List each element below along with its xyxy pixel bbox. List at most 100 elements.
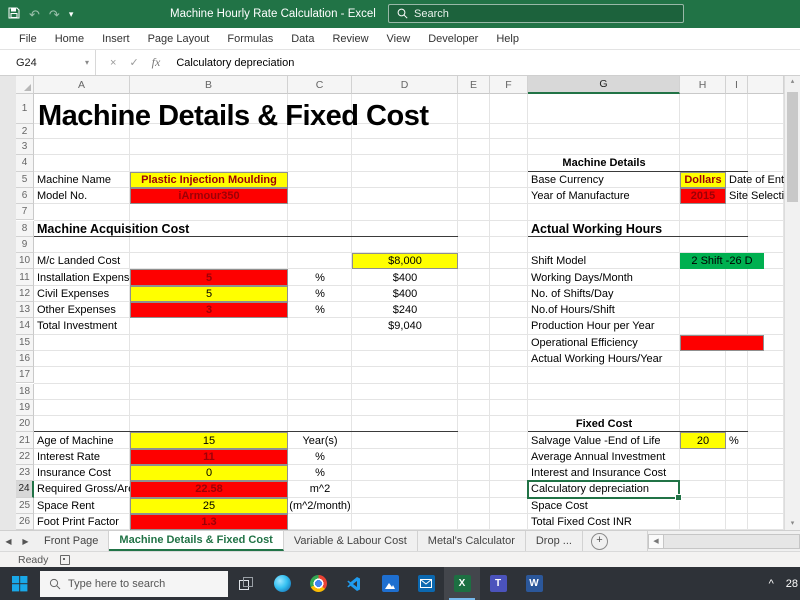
cell-G25[interactable]: Space Cost xyxy=(528,498,680,514)
vertical-scroll-thumb[interactable] xyxy=(787,92,798,202)
cell-G16[interactable]: Actual Working Hours/Year xyxy=(528,351,680,367)
row-header-17[interactable]: 17 xyxy=(16,367,34,383)
enter-icon[interactable]: ✓ xyxy=(129,56,138,69)
row-header-7[interactable]: 7 xyxy=(16,204,34,220)
cell-H10[interactable]: 2 Shift -26 D xyxy=(680,253,764,269)
cell-I6[interactable]: Site Selecti xyxy=(726,188,748,204)
row-header-3[interactable]: 3 xyxy=(16,139,34,155)
ribbon-tab-view[interactable]: View xyxy=(378,28,420,49)
vertical-scrollbar[interactable]: ▴ ▾ xyxy=(784,76,800,530)
cell-B23[interactable]: 0 xyxy=(130,465,288,481)
row-header-11[interactable]: 11 xyxy=(16,269,34,285)
start-button[interactable] xyxy=(0,567,40,600)
taskbar-icon-teams[interactable]: T xyxy=(480,567,516,600)
scroll-down-icon[interactable]: ▾ xyxy=(785,518,800,530)
cell-C21[interactable]: Year(s) xyxy=(288,432,352,448)
sheet-tab-metal-s-calculator[interactable]: Metal's Calculator xyxy=(418,531,526,551)
row-header-12[interactable]: 12 xyxy=(16,286,34,302)
column-header-F[interactable]: F xyxy=(490,76,528,94)
cell-B13[interactable]: 3 xyxy=(130,302,288,318)
ribbon-tab-insert[interactable]: Insert xyxy=(93,28,139,49)
row-header-4[interactable]: 4 xyxy=(16,155,34,171)
cell-H5[interactable]: Dollars xyxy=(680,172,726,188)
row-header-1[interactable]: 1 xyxy=(16,94,34,124)
cell-G22[interactable]: Average Annual Investment xyxy=(528,449,680,465)
cell-A22[interactable]: Interest Rate xyxy=(34,449,130,465)
column-header-E[interactable]: E xyxy=(458,76,490,94)
name-box-dropdown-icon[interactable]: ▾ xyxy=(85,58,89,67)
cell-G23[interactable]: Interest and Insurance Cost xyxy=(528,465,680,481)
scroll-up-icon[interactable]: ▴ xyxy=(785,76,800,88)
cell-B22[interactable]: 11 xyxy=(130,449,288,465)
cell-A23[interactable]: Insurance Cost xyxy=(34,465,130,481)
cancel-icon[interactable]: × xyxy=(110,57,116,69)
row-header-19[interactable]: 19 xyxy=(16,400,34,416)
row-header-15[interactable]: 15 xyxy=(16,335,34,351)
ribbon-tab-home[interactable]: Home xyxy=(46,28,93,49)
column-header-D[interactable]: D xyxy=(352,76,458,94)
cell-G10[interactable]: Shift Model xyxy=(528,253,680,269)
column-header-G[interactable]: G xyxy=(528,76,680,94)
sheet-nav-left-icon[interactable]: ◀ xyxy=(0,531,17,551)
cell-C13[interactable]: % xyxy=(288,302,352,318)
cell-C12[interactable]: % xyxy=(288,286,352,302)
cell-B11[interactable]: 5 xyxy=(130,269,288,285)
row-header-10[interactable]: 10 xyxy=(16,253,34,269)
cell-A14[interactable]: Total Investment xyxy=(34,318,130,334)
column-header-C[interactable]: C xyxy=(288,76,352,94)
taskbar-icon-word[interactable]: W xyxy=(516,567,552,600)
undo-icon[interactable]: ↶ xyxy=(29,8,40,21)
ribbon-tab-data[interactable]: Data xyxy=(282,28,323,49)
cell-C24[interactable]: m^2 xyxy=(288,481,352,497)
column-header-H[interactable]: H xyxy=(680,76,726,94)
cell-G8[interactable]: Actual Working Hours xyxy=(528,221,680,237)
cell-A13[interactable]: Other Expenses xyxy=(34,302,130,318)
row-header-24[interactable]: 24 xyxy=(16,481,34,497)
row-header-26[interactable]: 26 xyxy=(16,514,34,530)
cell-G13[interactable]: No.of Hours/Shift xyxy=(528,302,680,318)
sheet-tab-variable-labour-cost[interactable]: Variable & Labour Cost xyxy=(284,531,418,551)
taskbar-icon-edge[interactable] xyxy=(264,567,300,600)
cell-G5[interactable]: Base Currency xyxy=(528,172,680,188)
sheet-tab-machine-details-fixed-cost[interactable]: Machine Details & Fixed Cost xyxy=(109,531,283,551)
taskbar-icon-mail[interactable] xyxy=(408,567,444,600)
sheet-tab-front-page[interactable]: Front Page xyxy=(34,531,109,551)
cell-I5[interactable]: Date of Ent xyxy=(726,172,748,188)
horizontal-scroll-thumb[interactable] xyxy=(664,534,800,549)
cell-B21[interactable]: 15 xyxy=(130,432,288,448)
macro-record-icon[interactable] xyxy=(60,555,70,565)
cell-G21[interactable]: Salvage Value -End of Life xyxy=(528,432,680,448)
cell-D14[interactable]: $9,040 xyxy=(352,318,458,334)
cell-A8[interactable]: Machine Acquisition Cost xyxy=(34,221,130,237)
ribbon-tab-file[interactable]: File xyxy=(10,28,46,49)
cell-A5[interactable]: Machine Name xyxy=(34,172,130,188)
cell-G20[interactable]: Fixed Cost xyxy=(528,416,680,432)
row-header-22[interactable]: 22 xyxy=(16,449,34,465)
cell-A11[interactable]: Installation Expenses xyxy=(34,269,130,285)
new-sheet-button[interactable]: + xyxy=(591,533,608,550)
titlebar-search-box[interactable]: Search xyxy=(388,4,684,23)
taskbar-clock[interactable]: 28 xyxy=(786,578,798,590)
cell-B24[interactable]: 22.58 xyxy=(130,481,288,497)
row-header-13[interactable]: 13 xyxy=(16,302,34,318)
cell-G12[interactable]: No. of Shifts/Day xyxy=(528,286,680,302)
taskbar-icon-chrome[interactable] xyxy=(300,567,336,600)
column-header-I[interactable]: I xyxy=(726,76,748,94)
ribbon-tab-review[interactable]: Review xyxy=(323,28,377,49)
taskbar-icon-photos[interactable] xyxy=(372,567,408,600)
row-header-21[interactable]: 21 xyxy=(16,432,34,448)
taskbar-icon-vscode[interactable] xyxy=(336,567,372,600)
sheet-nav-right-icon[interactable]: ▶ xyxy=(17,531,34,551)
row-header-20[interactable]: 20 xyxy=(16,416,34,432)
cell-G24[interactable]: Calculatory depreciation xyxy=(528,481,680,497)
taskbar-icon-task-view[interactable] xyxy=(228,567,264,600)
ribbon-tab-page-layout[interactable]: Page Layout xyxy=(139,28,219,49)
cell-A24[interactable]: Required Gross/Area xyxy=(34,481,130,497)
ribbon-tab-developer[interactable]: Developer xyxy=(419,28,487,49)
cell-A25[interactable]: Space Rent xyxy=(34,498,130,514)
cell-G26[interactable]: Total Fixed Cost INR xyxy=(528,514,680,530)
cell-B12[interactable]: 5 xyxy=(130,286,288,302)
redo-icon[interactable]: ↷ xyxy=(49,8,60,21)
row-header-8[interactable]: 8 xyxy=(16,221,34,237)
column-header-J[interactable] xyxy=(748,76,784,94)
